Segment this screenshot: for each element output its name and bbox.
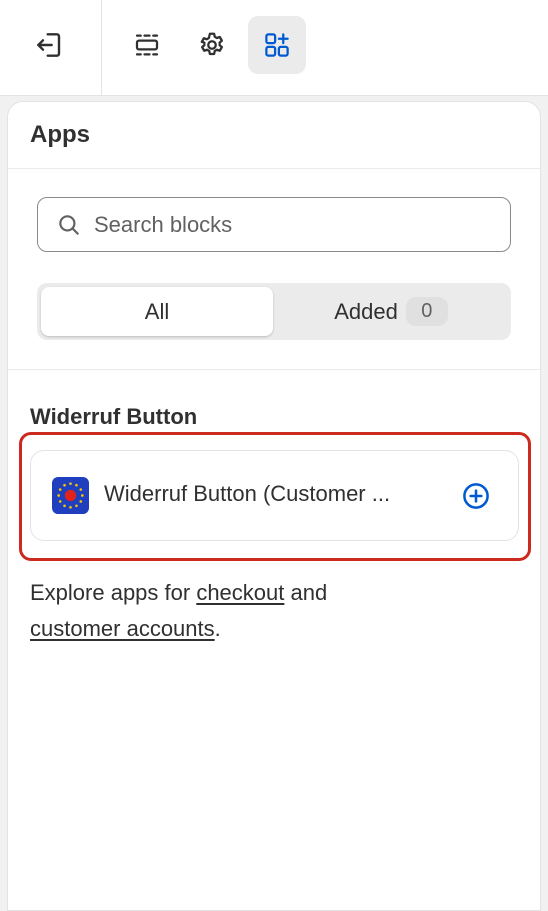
- exit-button[interactable]: [20, 16, 78, 74]
- apps-button[interactable]: [248, 16, 306, 74]
- settings-button[interactable]: [183, 16, 241, 74]
- exit-icon: [37, 33, 61, 57]
- search-box[interactable]: [37, 197, 511, 252]
- app-block-item[interactable]: Widerruf Button (Customer ...: [30, 450, 519, 541]
- sections-icon: [135, 34, 159, 56]
- add-circle-icon[interactable]: [460, 480, 492, 512]
- search-input[interactable]: [94, 198, 494, 251]
- toolbar-divider: [101, 0, 102, 95]
- filter-segmented-control: All Added 0: [37, 283, 511, 340]
- eu-stars-app-icon: [52, 477, 89, 514]
- explore-middle: and: [284, 580, 328, 605]
- apps-add-icon: [265, 33, 289, 57]
- explore-prefix: Explore apps for: [30, 580, 197, 605]
- app-group-title: Widerruf Button: [30, 404, 198, 429]
- panel-header-divider: [8, 168, 540, 169]
- filter-all-tab[interactable]: All: [41, 287, 273, 336]
- checkout-link[interactable]: checkout: [196, 580, 284, 605]
- sections-button[interactable]: [118, 16, 176, 74]
- apps-panel: Apps All Added 0 Widerruf Button: [7, 101, 541, 911]
- filter-added-label: Added: [334, 298, 398, 324]
- explore-suffix: .: [214, 616, 221, 641]
- gear-icon: [200, 32, 223, 56]
- added-count-badge: 0: [405, 297, 448, 326]
- filter-all-label: All: [144, 298, 170, 324]
- explore-apps-text: Explore apps for checkout and customer ac…: [30, 575, 500, 647]
- filter-divider: [8, 369, 540, 370]
- panel-title: Apps: [30, 121, 90, 148]
- filter-added-tab[interactable]: Added 0: [275, 287, 507, 336]
- app-block-label: Widerruf Button (Customer ...: [104, 481, 391, 506]
- editor-toolbar: [0, 0, 548, 96]
- customer-accounts-link[interactable]: customer accounts: [30, 616, 215, 641]
- search-icon: [59, 215, 79, 235]
